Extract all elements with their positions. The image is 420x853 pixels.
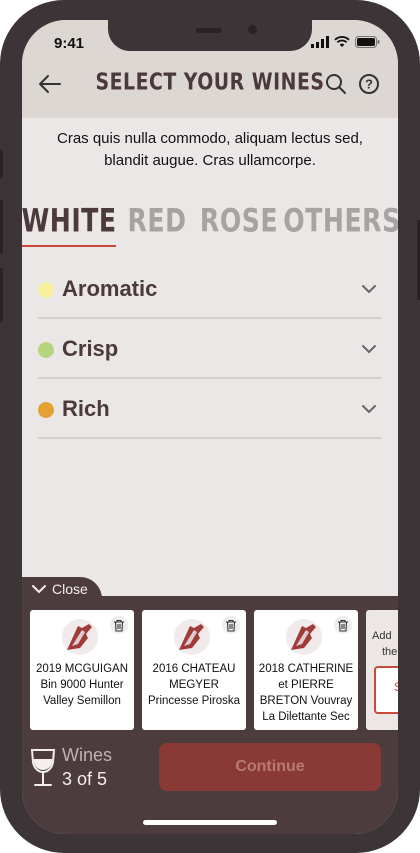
trash-icon <box>114 619 124 632</box>
chevron-down-icon <box>362 285 376 294</box>
remove-wine-button[interactable] <box>222 616 240 634</box>
wine-card-label: 2019 MCGUIGAN Bin 9000 Hunter Valley Sem… <box>33 661 131 709</box>
notch <box>108 20 312 51</box>
add-wine-text: Add the <box>372 628 398 660</box>
battery-icon <box>355 36 380 48</box>
selected-wine-card[interactable]: 2016 CHATEAU MEGYER Princesse Piroska <box>142 610 246 730</box>
tab-white[interactable]: WHITE <box>22 195 116 246</box>
wine-card-label: 2016 CHATEAU MEGYER Princesse Piroska <box>145 661 243 709</box>
volume-up-button <box>0 200 3 254</box>
wine-card-line: MEGYER <box>169 679 219 691</box>
wine-card-line: 2019 MCGUIGAN <box>35 663 129 675</box>
wine-card-line: 2018 CATHERINE <box>258 663 354 675</box>
remove-wine-button[interactable] <box>110 616 128 634</box>
remove-wine-button[interactable] <box>334 616 352 634</box>
home-indicator[interactable] <box>143 820 277 825</box>
tab-red[interactable]: RED <box>124 195 190 246</box>
add-wine-card[interactable]: Add the S <box>366 610 398 730</box>
chevron-down-icon <box>362 345 376 354</box>
svg-text:?: ? <box>365 77 373 92</box>
signal-icon <box>311 36 329 48</box>
search-icon <box>326 74 346 94</box>
bottle-icon <box>174 619 210 655</box>
intro-text: Cras quis nulla commodo, aliquam lectus … <box>57 130 363 169</box>
continue-button[interactable]: Continue <box>159 743 381 791</box>
category-rich[interactable]: Rich <box>38 378 381 439</box>
wifi-icon <box>334 36 350 47</box>
add-button-label: S <box>394 680 398 694</box>
category-crisp[interactable]: Crisp <box>38 318 381 379</box>
tab-rose[interactable]: ROSE <box>200 195 278 246</box>
wine-card-line: Princesse Piroska <box>147 695 241 707</box>
category-color-dot <box>38 402 54 418</box>
wine-card-label: 2018 CATHERINE et PIERRE BRETON Vouvray … <box>257 661 355 725</box>
add-text-line: Add <box>372 630 392 642</box>
category-aromatic[interactable]: Aromatic <box>38 258 381 319</box>
camera <box>248 25 257 34</box>
status-icons <box>311 36 380 48</box>
selected-wine-card[interactable]: 2018 CATHERINE et PIERRE BRETON Vouvray … <box>254 610 358 730</box>
chevron-down-icon <box>362 405 376 414</box>
active-tab-indicator <box>22 245 116 247</box>
category-label: Crisp <box>62 336 119 361</box>
wine-card-line: La Dilettante Sec <box>262 711 350 723</box>
wine-glass-icon <box>30 749 56 786</box>
wine-card-line: BRETON Vouvray <box>259 695 353 707</box>
add-text-line: the <box>382 646 398 658</box>
category-color-dot <box>38 342 54 358</box>
wines-label: Wines <box>62 745 113 765</box>
selected-wine-card[interactable]: 2019 MCGUIGAN Bin 9000 Hunter Valley Sem… <box>30 610 134 730</box>
add-wine-button[interactable]: S <box>374 666 398 714</box>
header: SELECT YOUR WINES ? <box>22 66 398 106</box>
category-color-dot <box>38 282 54 298</box>
bottle-icon <box>286 619 322 655</box>
category-label: Aromatic <box>62 276 158 301</box>
trash-icon <box>338 619 348 632</box>
trash-icon <box>226 619 236 632</box>
close-label: Close <box>52 581 88 597</box>
search-button[interactable] <box>322 70 350 98</box>
help-icon: ? <box>359 74 379 94</box>
bottle-icon <box>62 619 98 655</box>
wine-card-line: et PIERRE <box>278 679 334 691</box>
wines-count: 3 of 5 <box>62 769 108 789</box>
phone-frame: 9:41 SELECT YOUR WINES ? Cras quis nulla… <box>0 0 420 853</box>
speaker <box>196 28 222 33</box>
mute-switch <box>0 150 3 178</box>
chevron-down-icon <box>32 584 46 593</box>
volume-down-button <box>0 268 3 322</box>
category-label: Rich <box>62 396 110 421</box>
tab-others[interactable]: OTHERS <box>283 195 398 246</box>
screen: 9:41 SELECT YOUR WINES ? Cras quis nulla… <box>22 20 398 834</box>
wine-card-line: 2016 CHATEAU <box>152 663 236 675</box>
help-button[interactable]: ? <box>355 70 383 98</box>
status-time: 9:41 <box>54 35 85 52</box>
wine-card-line: Bin 9000 Hunter <box>40 679 124 691</box>
wine-card-line: Valley Semillon <box>43 695 121 707</box>
wine-type-tabs: WHITE RED ROSE OTHERS <box>22 198 398 248</box>
